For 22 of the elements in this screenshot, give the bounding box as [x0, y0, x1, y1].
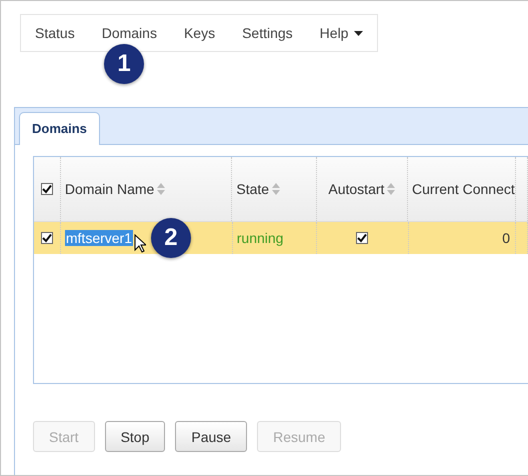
nav-link[interactable]: Domains	[94, 25, 165, 41]
nav-link[interactable]: Settings	[234, 25, 301, 41]
column-header[interactable]: State	[236, 181, 270, 197]
action-button[interactable]: Stop	[104, 421, 166, 452]
checkbox[interactable]	[40, 232, 53, 244]
caret-icon	[354, 30, 364, 36]
domain-name: mftserver1	[64, 230, 133, 246]
table-cell: 0	[502, 230, 510, 246]
checkbox[interactable]	[40, 183, 53, 195]
step-badge: 2	[150, 218, 191, 258]
column-header[interactable]: Current Connect	[412, 181, 515, 197]
mouse-pointer-icon	[134, 234, 146, 253]
nav-link[interactable]: Help	[312, 25, 372, 41]
column-header[interactable]: Autostart	[328, 181, 384, 197]
step-badge: 1	[104, 44, 144, 84]
nav-link[interactable]: Status	[27, 25, 83, 41]
tab[interactable]: Domains	[19, 112, 100, 145]
state-text: running	[236, 230, 284, 246]
checkbox[interactable]	[356, 232, 368, 244]
action-button[interactable]: Pause	[175, 421, 248, 452]
column-header[interactable]: Domain Name	[64, 181, 154, 197]
nav-link[interactable]: Keys	[176, 25, 224, 41]
